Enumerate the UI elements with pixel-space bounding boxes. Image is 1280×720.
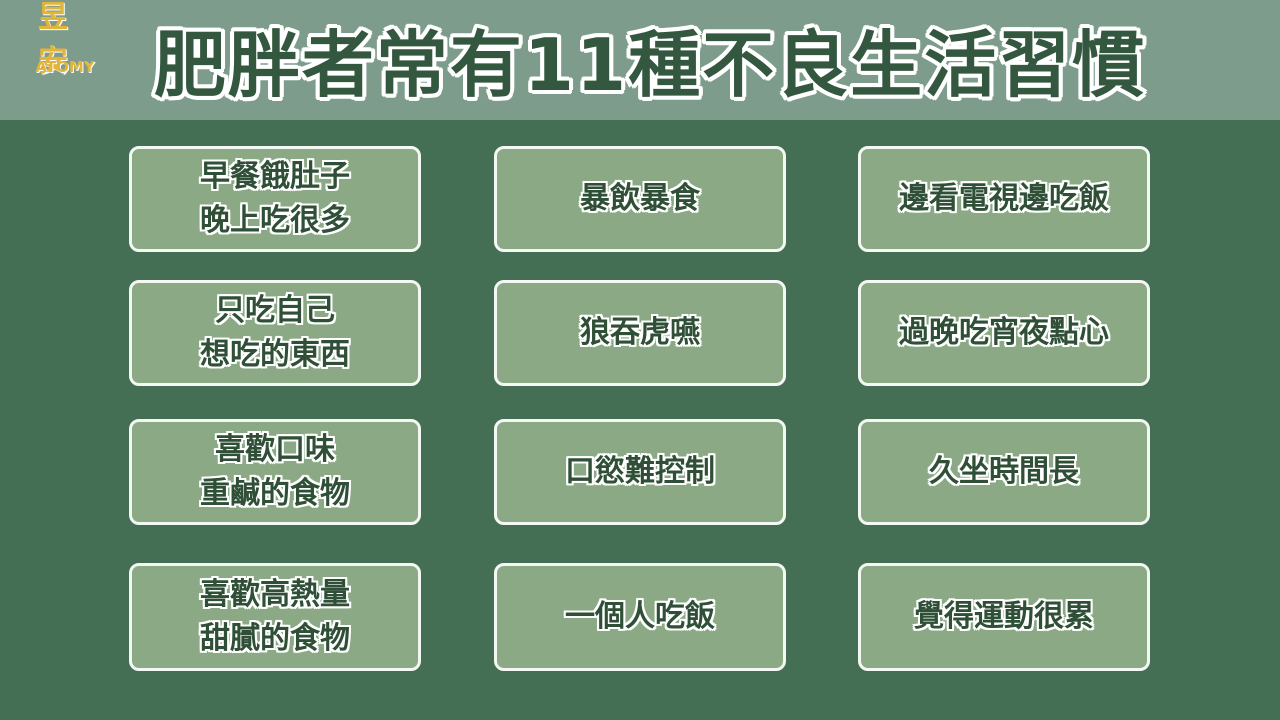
habit-card: 只吃自己 想吃的東西 <box>129 280 421 386</box>
habit-card: 早餐餓肚子 晚上吃很多 <box>129 146 421 252</box>
habits-grid: 早餐餓肚子 晚上吃很多 暴飲暴食 邊看電視邊吃飯 只吃自己 想吃的東西 狼吞虎嚥… <box>129 146 1154 672</box>
page-title: 肥胖者常有11種不良生活習慣 <box>153 22 1147 107</box>
habit-card: 久坐時間長 <box>858 419 1150 525</box>
habit-line-1: 暴飲暴食 <box>580 181 700 216</box>
habit-line-1: 覺得運動很累 <box>914 599 1094 634</box>
habit-line-1: 久坐時間長 <box>929 454 1079 489</box>
habit-line-1: 狼吞虎嚥 <box>580 315 700 350</box>
habit-line-2: 甜膩的食物 <box>200 621 350 656</box>
habit-card: 暴飲暴食 <box>494 146 786 252</box>
habit-card: 一個人吃飯 <box>494 563 786 671</box>
habit-card: 喜歡高熱量 甜膩的食物 <box>129 563 421 671</box>
habit-line-1: 只吃自己 <box>215 293 335 328</box>
title-banner: 昱安 ATOMY 肥胖者常有11種不良生活習慣 <box>0 0 1280 120</box>
habit-line-1: 一個人吃飯 <box>565 599 715 634</box>
habit-card: 覺得運動很累 <box>858 563 1150 671</box>
habit-line-1: 喜歡口味 <box>215 432 335 467</box>
habit-card: 喜歡口味 重鹹的食物 <box>129 419 421 525</box>
habit-card: 口慾難控制 <box>494 419 786 525</box>
habit-line-1: 喜歡高熱量 <box>200 577 350 612</box>
habit-card: 邊看電視邊吃飯 <box>858 146 1150 252</box>
habit-line-1: 邊看電視邊吃飯 <box>899 181 1109 216</box>
habit-line-1: 口慾難控制 <box>565 454 715 489</box>
habit-card: 狼吞虎嚥 <box>494 280 786 386</box>
habit-line-1: 早餐餓肚子 <box>200 159 350 194</box>
habit-line-1: 過晚吃宵夜點心 <box>899 315 1109 350</box>
habit-line-2: 想吃的東西 <box>200 337 350 372</box>
habit-line-2: 晚上吃很多 <box>200 203 350 238</box>
habit-card: 過晚吃宵夜點心 <box>858 280 1150 386</box>
habit-line-2: 重鹹的食物 <box>200 476 350 511</box>
